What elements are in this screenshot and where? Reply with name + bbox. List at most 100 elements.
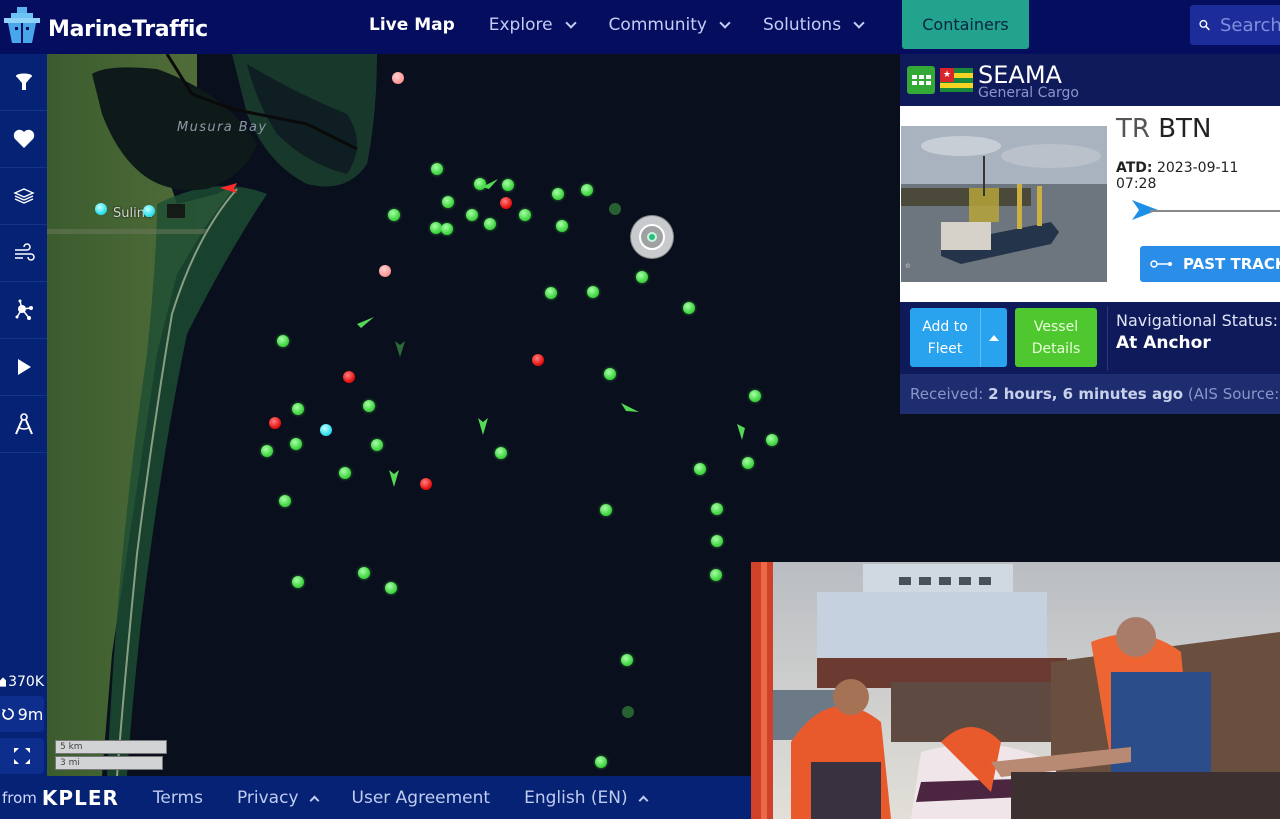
vessel-marker[interactable]	[587, 286, 599, 298]
measure-button[interactable]	[0, 396, 47, 453]
vessel-arrow-marker[interactable]	[736, 423, 746, 441]
nav-live-map[interactable]: Live Map	[352, 0, 472, 50]
vessel-marker[interactable]	[95, 203, 107, 215]
vessel-marker[interactable]	[609, 203, 621, 215]
weather-button[interactable]	[0, 225, 47, 282]
fullscreen-button[interactable]	[0, 738, 44, 774]
past-track-label: PAST TRACK	[1183, 255, 1280, 273]
vessel-arrow-marker[interactable]	[620, 402, 640, 414]
vessel-marker[interactable]	[694, 463, 706, 475]
vessel-marker[interactable]	[363, 400, 375, 412]
vessel-marker[interactable]	[545, 287, 557, 299]
refresh-timer[interactable]: 9m	[0, 696, 44, 732]
vessel-marker[interactable]	[604, 368, 616, 380]
vessel-type: General Cargo	[978, 85, 1079, 101]
destination[interactable]: TR BTN	[1116, 114, 1211, 144]
nav-solutions[interactable]: Solutions	[746, 0, 880, 50]
vessel-marker[interactable]	[371, 439, 383, 451]
vessel-marker[interactable]	[595, 756, 607, 768]
vessel-marker[interactable]	[500, 197, 512, 209]
vessel-arrow-marker[interactable]	[477, 416, 489, 436]
playback-button[interactable]	[0, 339, 47, 396]
vessel-arrow-marker[interactable]	[388, 468, 400, 488]
vessel-marker[interactable]	[466, 209, 478, 221]
vessel-name[interactable]: SEAMA	[978, 63, 1079, 87]
heart-icon	[13, 129, 34, 148]
density-button[interactable]	[0, 282, 47, 339]
map-label-bay: Musura Bay	[177, 120, 268, 135]
vessel-marker[interactable]	[484, 218, 496, 230]
network-icon	[15, 299, 33, 320]
nav-explore[interactable]: Explore	[472, 0, 592, 50]
vessel-marker[interactable]	[277, 335, 289, 347]
vessel-arrow-marker[interactable]	[481, 178, 499, 190]
vessel-marker[interactable]	[600, 504, 612, 516]
vessel-marker[interactable]	[442, 196, 454, 208]
layers-button[interactable]	[0, 168, 47, 225]
layers-icon	[12, 188, 35, 204]
vessel-marker[interactable]	[292, 403, 304, 415]
footer-link-terms[interactable]: Terms	[153, 788, 203, 808]
vessel-marker[interactable]	[261, 445, 273, 457]
vessel-marker[interactable]	[711, 503, 723, 515]
track-icon	[1150, 260, 1172, 268]
vessel-marker[interactable]	[749, 390, 761, 402]
vessel-marker[interactable]	[420, 478, 432, 490]
vessel-marker[interactable]	[766, 434, 778, 446]
vessel-marker[interactable]	[581, 184, 593, 196]
vessel-marker[interactable]	[683, 302, 695, 314]
vessel-marker[interactable]	[279, 495, 291, 507]
vessel-marker[interactable]	[143, 205, 155, 217]
vessel-marker[interactable]	[552, 188, 564, 200]
favorites-button[interactable]	[0, 111, 47, 168]
footer-link-user-agreement[interactable]: User Agreement	[352, 788, 491, 808]
vessel-arrow-marker[interactable]	[355, 316, 375, 330]
vessel-marker[interactable]	[636, 271, 648, 283]
search-input[interactable]	[1220, 14, 1280, 36]
vessel-arrow-marker[interactable]	[219, 182, 239, 194]
containers-button[interactable]: Containers	[902, 0, 1029, 49]
footer-link-privacy[interactable]: Privacy	[237, 788, 319, 808]
vessel-marker[interactable]	[358, 567, 370, 579]
vessel-marker[interactable]	[269, 417, 281, 429]
vessel-marker[interactable]	[711, 535, 723, 547]
vessel-details-button[interactable]: Vessel Details	[1015, 308, 1097, 367]
filter-button[interactable]	[0, 54, 47, 111]
vessel-marker[interactable]	[742, 457, 754, 469]
vessel-marker[interactable]	[339, 467, 351, 479]
brand-logo[interactable]: MarineTraffic	[2, 5, 208, 45]
vessel-marker[interactable]	[431, 163, 443, 175]
footer-bar: from KPLER Terms Privacy User Agreement …	[0, 776, 752, 819]
vessel-marker[interactable]	[556, 220, 568, 232]
vessel-marker[interactable]	[502, 179, 514, 191]
vessel-marker[interactable]	[621, 654, 633, 666]
language-label: English (EN)	[524, 787, 628, 808]
search-box[interactable]	[1190, 5, 1280, 45]
vessel-photo[interactable]: ©	[901, 126, 1107, 282]
vessel-marker[interactable]	[519, 209, 531, 221]
map-tools-sidebar	[0, 54, 47, 776]
vessel-marker[interactable]	[290, 438, 302, 450]
vessel-marker[interactable]	[343, 371, 355, 383]
vessel-marker[interactable]	[392, 72, 404, 84]
vessel-title-block: SEAMA General Cargo	[978, 60, 1079, 100]
vessel-marker[interactable]	[292, 576, 304, 588]
add-to-fleet-button[interactable]: Add to Fleet	[910, 308, 1007, 367]
past-track-button[interactable]: PAST TRACK	[1140, 246, 1280, 282]
vessel-marker[interactable]	[622, 706, 634, 718]
vessel-marker[interactable]	[710, 569, 722, 581]
nav-community[interactable]: Community	[592, 0, 746, 50]
vessel-marker[interactable]	[495, 447, 507, 459]
vessel-arrow-marker[interactable]	[394, 338, 406, 358]
vessel-marker[interactable]	[379, 265, 391, 277]
add-fleet-dropdown[interactable]	[980, 308, 1007, 367]
vessel-info-panel: ★ SEAMA General Cargo © TR BTN ATD: 2023…	[900, 54, 1280, 414]
vessel-marker[interactable]	[385, 582, 397, 594]
kpler-logo[interactable]: KPLER	[42, 786, 119, 810]
vessel-marker[interactable]	[320, 424, 332, 436]
vessel-marker[interactable]	[532, 354, 544, 366]
language-selector[interactable]: English (EN)	[524, 787, 649, 808]
selected-vessel-marker[interactable]	[631, 216, 673, 258]
vessel-marker[interactable]	[388, 209, 400, 221]
vessel-marker[interactable]	[441, 223, 453, 235]
